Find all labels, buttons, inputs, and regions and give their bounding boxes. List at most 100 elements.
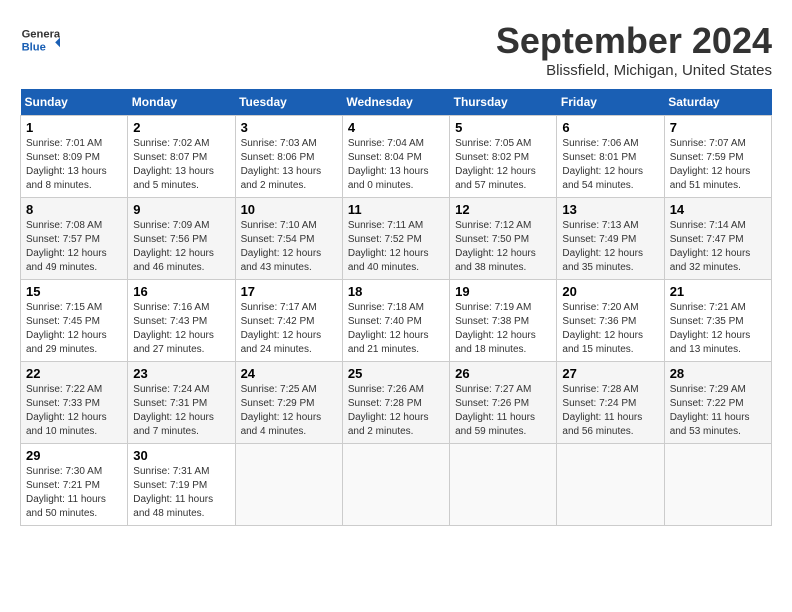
day-info: Sunrise: 7:22 AM Sunset: 7:33 PM Dayligh… — [26, 383, 122, 439]
day-number: 19 — [455, 284, 551, 299]
calendar-week-1: 1 Sunrise: 7:01 AM Sunset: 8:09 PM Dayli… — [21, 116, 772, 198]
calendar-cell: 16 Sunrise: 7:16 AM Sunset: 7:43 PM Dayl… — [128, 280, 235, 362]
weekday-header-saturday: Saturday — [664, 89, 771, 116]
weekday-header-row: SundayMondayTuesdayWednesdayThursdayFrid… — [21, 89, 772, 116]
weekday-header-sunday: Sunday — [21, 89, 128, 116]
logo-icon: General Blue — [20, 20, 60, 60]
weekday-header-tuesday: Tuesday — [235, 89, 342, 116]
day-info: Sunrise: 7:16 AM Sunset: 7:43 PM Dayligh… — [133, 301, 229, 357]
day-info: Sunrise: 7:31 AM Sunset: 7:19 PM Dayligh… — [133, 465, 229, 521]
day-number: 16 — [133, 284, 229, 299]
day-info: Sunrise: 7:01 AM Sunset: 8:09 PM Dayligh… — [26, 137, 122, 193]
day-number: 7 — [670, 120, 766, 135]
day-info: Sunrise: 7:20 AM Sunset: 7:36 PM Dayligh… — [562, 301, 658, 357]
day-number: 3 — [241, 120, 337, 135]
day-number: 11 — [348, 202, 444, 217]
calendar-cell — [235, 444, 342, 526]
calendar-week-3: 15 Sunrise: 7:15 AM Sunset: 7:45 PM Dayl… — [21, 280, 772, 362]
calendar-cell — [664, 444, 771, 526]
day-info: Sunrise: 7:14 AM Sunset: 7:47 PM Dayligh… — [670, 219, 766, 275]
day-info: Sunrise: 7:10 AM Sunset: 7:54 PM Dayligh… — [241, 219, 337, 275]
day-info: Sunrise: 7:08 AM Sunset: 7:57 PM Dayligh… — [26, 219, 122, 275]
day-number: 29 — [26, 448, 122, 463]
day-number: 24 — [241, 366, 337, 381]
logo: General Blue — [20, 20, 60, 60]
title-block: September 2024 Blissfield, Michigan, Uni… — [496, 20, 772, 79]
calendar-cell: 17 Sunrise: 7:17 AM Sunset: 7:42 PM Dayl… — [235, 280, 342, 362]
calendar-cell: 10 Sunrise: 7:10 AM Sunset: 7:54 PM Dayl… — [235, 198, 342, 280]
calendar-cell: 30 Sunrise: 7:31 AM Sunset: 7:19 PM Dayl… — [128, 444, 235, 526]
calendar-cell: 21 Sunrise: 7:21 AM Sunset: 7:35 PM Dayl… — [664, 280, 771, 362]
calendar-cell: 19 Sunrise: 7:19 AM Sunset: 7:38 PM Dayl… — [450, 280, 557, 362]
calendar-cell: 9 Sunrise: 7:09 AM Sunset: 7:56 PM Dayli… — [128, 198, 235, 280]
day-info: Sunrise: 7:21 AM Sunset: 7:35 PM Dayligh… — [670, 301, 766, 357]
day-info: Sunrise: 7:09 AM Sunset: 7:56 PM Dayligh… — [133, 219, 229, 275]
day-info: Sunrise: 7:11 AM Sunset: 7:52 PM Dayligh… — [348, 219, 444, 275]
calendar-cell: 15 Sunrise: 7:15 AM Sunset: 7:45 PM Dayl… — [21, 280, 128, 362]
day-number: 26 — [455, 366, 551, 381]
calendar-cell: 28 Sunrise: 7:29 AM Sunset: 7:22 PM Dayl… — [664, 362, 771, 444]
calendar-cell: 22 Sunrise: 7:22 AM Sunset: 7:33 PM Dayl… — [21, 362, 128, 444]
calendar-cell: 23 Sunrise: 7:24 AM Sunset: 7:31 PM Dayl… — [128, 362, 235, 444]
day-number: 20 — [562, 284, 658, 299]
day-info: Sunrise: 7:27 AM Sunset: 7:26 PM Dayligh… — [455, 383, 551, 439]
day-info: Sunrise: 7:17 AM Sunset: 7:42 PM Dayligh… — [241, 301, 337, 357]
calendar-cell: 8 Sunrise: 7:08 AM Sunset: 7:57 PM Dayli… — [21, 198, 128, 280]
day-info: Sunrise: 7:13 AM Sunset: 7:49 PM Dayligh… — [562, 219, 658, 275]
svg-text:Blue: Blue — [22, 41, 46, 53]
month-title: September 2024 — [496, 20, 772, 62]
day-number: 5 — [455, 120, 551, 135]
day-number: 25 — [348, 366, 444, 381]
day-info: Sunrise: 7:02 AM Sunset: 8:07 PM Dayligh… — [133, 137, 229, 193]
day-number: 21 — [670, 284, 766, 299]
calendar-week-5: 29 Sunrise: 7:30 AM Sunset: 7:21 PM Dayl… — [21, 444, 772, 526]
day-number: 6 — [562, 120, 658, 135]
day-info: Sunrise: 7:29 AM Sunset: 7:22 PM Dayligh… — [670, 383, 766, 439]
day-number: 22 — [26, 366, 122, 381]
weekday-header-monday: Monday — [128, 89, 235, 116]
calendar-cell: 14 Sunrise: 7:14 AM Sunset: 7:47 PM Dayl… — [664, 198, 771, 280]
day-number: 30 — [133, 448, 229, 463]
day-info: Sunrise: 7:19 AM Sunset: 7:38 PM Dayligh… — [455, 301, 551, 357]
calendar-cell: 29 Sunrise: 7:30 AM Sunset: 7:21 PM Dayl… — [21, 444, 128, 526]
weekday-header-wednesday: Wednesday — [342, 89, 449, 116]
calendar-cell: 5 Sunrise: 7:05 AM Sunset: 8:02 PM Dayli… — [450, 116, 557, 198]
day-number: 14 — [670, 202, 766, 217]
day-number: 15 — [26, 284, 122, 299]
day-number: 27 — [562, 366, 658, 381]
calendar-cell: 7 Sunrise: 7:07 AM Sunset: 7:59 PM Dayli… — [664, 116, 771, 198]
day-info: Sunrise: 7:12 AM Sunset: 7:50 PM Dayligh… — [455, 219, 551, 275]
day-number: 28 — [670, 366, 766, 381]
calendar-cell: 2 Sunrise: 7:02 AM Sunset: 8:07 PM Dayli… — [128, 116, 235, 198]
location-subtitle: Blissfield, Michigan, United States — [496, 62, 772, 79]
calendar-cell: 11 Sunrise: 7:11 AM Sunset: 7:52 PM Dayl… — [342, 198, 449, 280]
calendar-cell — [450, 444, 557, 526]
calendar-cell: 24 Sunrise: 7:25 AM Sunset: 7:29 PM Dayl… — [235, 362, 342, 444]
day-number: 1 — [26, 120, 122, 135]
calendar-cell: 6 Sunrise: 7:06 AM Sunset: 8:01 PM Dayli… — [557, 116, 664, 198]
calendar-cell: 18 Sunrise: 7:18 AM Sunset: 7:40 PM Dayl… — [342, 280, 449, 362]
calendar-table: SundayMondayTuesdayWednesdayThursdayFrid… — [20, 89, 772, 526]
calendar-cell: 20 Sunrise: 7:20 AM Sunset: 7:36 PM Dayl… — [557, 280, 664, 362]
calendar-cell: 4 Sunrise: 7:04 AM Sunset: 8:04 PM Dayli… — [342, 116, 449, 198]
day-info: Sunrise: 7:30 AM Sunset: 7:21 PM Dayligh… — [26, 465, 122, 521]
day-info: Sunrise: 7:24 AM Sunset: 7:31 PM Dayligh… — [133, 383, 229, 439]
day-info: Sunrise: 7:04 AM Sunset: 8:04 PM Dayligh… — [348, 137, 444, 193]
day-info: Sunrise: 7:28 AM Sunset: 7:24 PM Dayligh… — [562, 383, 658, 439]
calendar-cell: 1 Sunrise: 7:01 AM Sunset: 8:09 PM Dayli… — [21, 116, 128, 198]
calendar-cell — [342, 444, 449, 526]
day-number: 17 — [241, 284, 337, 299]
calendar-cell: 26 Sunrise: 7:27 AM Sunset: 7:26 PM Dayl… — [450, 362, 557, 444]
day-number: 9 — [133, 202, 229, 217]
day-info: Sunrise: 7:06 AM Sunset: 8:01 PM Dayligh… — [562, 137, 658, 193]
calendar-cell: 13 Sunrise: 7:13 AM Sunset: 7:49 PM Dayl… — [557, 198, 664, 280]
calendar-week-4: 22 Sunrise: 7:22 AM Sunset: 7:33 PM Dayl… — [21, 362, 772, 444]
calendar-cell: 12 Sunrise: 7:12 AM Sunset: 7:50 PM Dayl… — [450, 198, 557, 280]
day-number: 13 — [562, 202, 658, 217]
day-number: 12 — [455, 202, 551, 217]
calendar-cell: 27 Sunrise: 7:28 AM Sunset: 7:24 PM Dayl… — [557, 362, 664, 444]
calendar-cell: 3 Sunrise: 7:03 AM Sunset: 8:06 PM Dayli… — [235, 116, 342, 198]
day-info: Sunrise: 7:26 AM Sunset: 7:28 PM Dayligh… — [348, 383, 444, 439]
calendar-cell: 25 Sunrise: 7:26 AM Sunset: 7:28 PM Dayl… — [342, 362, 449, 444]
weekday-header-friday: Friday — [557, 89, 664, 116]
